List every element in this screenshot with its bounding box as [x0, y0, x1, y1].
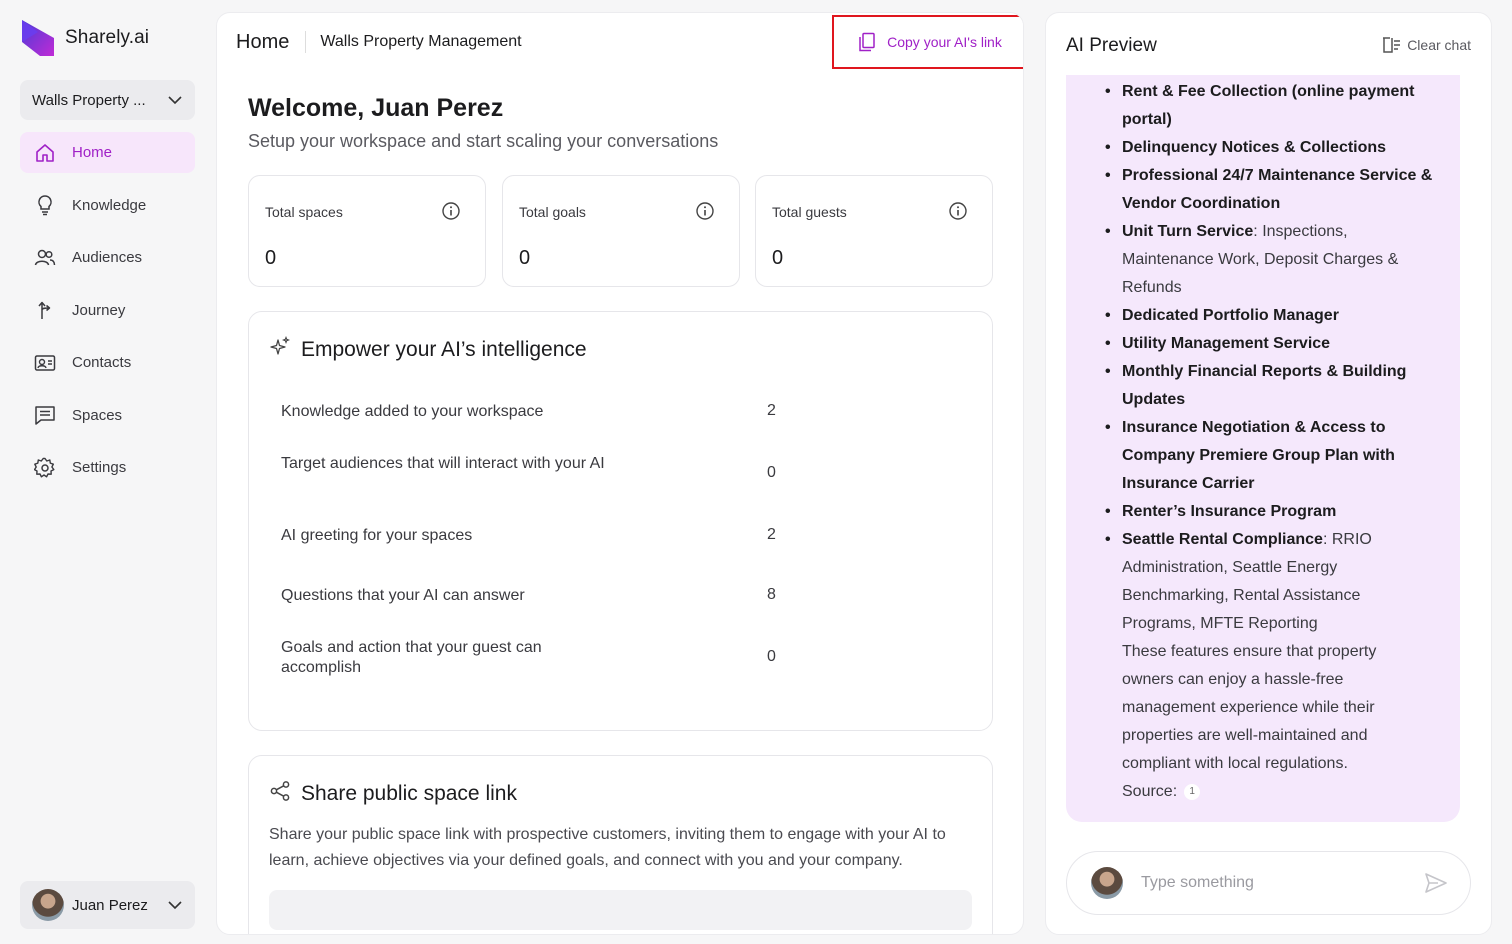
- info-icon[interactable]: [441, 201, 461, 221]
- info-icon[interactable]: [695, 201, 715, 221]
- feature-list: Rent & Fee Collection (online payment po…: [1105, 78, 1438, 638]
- intelligence-row-value: 2: [767, 402, 776, 419]
- stat-label: Total spaces: [265, 204, 343, 220]
- clear-chat-button[interactable]: Clear chat: [1381, 36, 1471, 54]
- share-icon: [270, 781, 290, 801]
- sidebar-item-label: Spaces: [72, 406, 123, 424]
- page-title: Welcome, Juan Perez: [248, 94, 504, 122]
- source-label: Source:: [1122, 783, 1178, 800]
- sparkles-icon: [270, 336, 291, 355]
- logo-icon: [22, 20, 54, 56]
- intelligence-row-value: 8: [767, 586, 776, 603]
- intelligence-card: Empower your AI’s intelligence Knowledge…: [248, 311, 993, 731]
- sidebar-item-spaces[interactable]: Spaces: [20, 395, 195, 436]
- brand-name: Sharely.ai: [65, 27, 150, 48]
- page-subtitle: Setup your workspace and start scaling y…: [248, 131, 719, 151]
- user-name: Juan Perez: [72, 896, 148, 914]
- contact-card-icon: [34, 354, 56, 371]
- sidebar-item-settings[interactable]: Settings: [20, 447, 195, 488]
- stat-value: 0: [265, 247, 277, 269]
- list-item: Rent & Fee Collection (online payment po…: [1105, 78, 1438, 134]
- share-card: Share public space link Share your publi…: [248, 755, 993, 934]
- logo[interactable]: Sharely.ai: [20, 18, 149, 58]
- intelligence-row-label: Knowledge added to your workspace: [281, 403, 544, 420]
- breadcrumb-home[interactable]: Home: [236, 31, 289, 54]
- clear-chat-label: Clear chat: [1407, 37, 1471, 53]
- ai-message-closing: These features ensure that property owne…: [1122, 643, 1377, 772]
- chat-input[interactable]: Type something: [1066, 851, 1471, 915]
- sidebar-item-journey[interactable]: Journey: [20, 290, 195, 331]
- source-line: Source: 1: [1122, 778, 1201, 806]
- stat-label: Total goals: [519, 204, 586, 220]
- avatar: [1091, 867, 1123, 899]
- sidebar-item-knowledge[interactable]: Knowledge: [20, 185, 195, 226]
- stat-value: 0: [519, 247, 531, 269]
- list-item: Unit Turn Service: Inspections, Maintena…: [1105, 218, 1438, 302]
- ai-message-bubble: Rent & Fee Collection (online payment po…: [1066, 75, 1460, 822]
- list-item: Insurance Negotiation & Access to Compan…: [1105, 414, 1438, 498]
- sidebar-item-label: Knowledge: [72, 196, 147, 214]
- workspace-select[interactable]: Walls Property ...: [20, 80, 195, 120]
- list-item: Delinquency Notices & Collections: [1105, 134, 1438, 162]
- sidebar-item-label: Settings: [72, 459, 127, 476]
- avatar: [32, 889, 64, 921]
- chat-icon: [35, 406, 55, 425]
- sidebar-item-audiences[interactable]: Audiences: [20, 237, 195, 278]
- breadcrumb-workspace: Walls Property Management: [320, 33, 522, 50]
- ai-preview-panel: AI Preview Clear chat Rent & Fee Collect…: [1045, 12, 1492, 935]
- chat-input-placeholder: Type something: [1141, 874, 1254, 891]
- send-icon[interactable]: [1424, 872, 1448, 894]
- intelligence-row-label: Target audiences that will interact with…: [281, 455, 605, 472]
- sidebar-item-label: Audiences: [72, 249, 143, 266]
- stat-card-guests: Total guests 0: [755, 175, 993, 287]
- intelligence-row-value: 0: [767, 648, 776, 665]
- home-icon: [36, 143, 54, 162]
- users-icon: [34, 249, 56, 265]
- sidebar-nav: Home Knowledge Audiences Journey Contact…: [20, 132, 195, 500]
- share-description: Share your public space link with prospe…: [269, 826, 946, 869]
- list-item: Seattle Rental Compliance: RRIO Administ…: [1105, 526, 1438, 638]
- sidebar-item-label: Home: [72, 144, 113, 161]
- list-item: Renter’s Insurance Program: [1105, 498, 1438, 526]
- info-icon[interactable]: [948, 201, 968, 221]
- intelligence-row-label: Goals and action that your guest can acc…: [281, 639, 542, 676]
- breadcrumb-divider: [305, 31, 307, 53]
- gear-icon: [34, 457, 55, 477]
- copy-ai-link-label: Copy your AI's link: [887, 34, 1002, 50]
- chevron-down-icon: [168, 901, 182, 910]
- sidebar-item-label: Journey: [72, 301, 126, 319]
- sidebar: Sharely.ai Walls Property ... Home Knowl…: [0, 0, 210, 944]
- copy-icon: [859, 32, 875, 52]
- list-item: Professional 24/7 Maintenance Service & …: [1105, 162, 1438, 218]
- stat-card-goals: Total goals 0: [502, 175, 740, 287]
- share-title: Share public space link: [301, 782, 517, 805]
- sidebar-item-label: Contacts: [72, 354, 132, 371]
- list-item: Dedicated Portfolio Manager: [1105, 302, 1438, 330]
- intelligence-row-value: 0: [767, 464, 776, 481]
- ai-preview-title: AI Preview: [1066, 35, 1157, 56]
- stat-label: Total guests: [772, 204, 847, 220]
- user-menu[interactable]: Juan Perez: [20, 881, 195, 929]
- share-link-box[interactable]: [269, 890, 972, 930]
- source-citation[interactable]: 1: [1184, 784, 1201, 800]
- list-item: Monthly Financial Reports & Building Upd…: [1105, 358, 1438, 414]
- clear-chat-icon: [1383, 37, 1401, 53]
- breadcrumb: Home Walls Property Management: [236, 30, 522, 54]
- journey-icon: [38, 301, 51, 319]
- list-item: Utility Management Service: [1105, 330, 1438, 358]
- sidebar-item-home[interactable]: Home: [20, 132, 195, 173]
- copy-ai-link-button[interactable]: Copy your AI's link: [832, 15, 1023, 69]
- lightbulb-icon: [38, 195, 52, 216]
- intelligence-row-value: 2: [767, 526, 776, 543]
- main-panel: Home Walls Property Management Copy your…: [216, 12, 1024, 935]
- stat-value: 0: [772, 247, 784, 269]
- intelligence-row-label: Questions that your AI can answer: [281, 587, 525, 604]
- workspace-select-label: Walls Property ...: [32, 91, 146, 109]
- stat-card-spaces: Total spaces 0: [248, 175, 486, 287]
- intelligence-row-label: AI greeting for your spaces: [281, 527, 473, 544]
- sidebar-item-contacts[interactable]: Contacts: [20, 342, 195, 383]
- intelligence-title: Empower your AI’s intelligence: [301, 338, 587, 361]
- chevron-down-icon: [168, 96, 182, 105]
